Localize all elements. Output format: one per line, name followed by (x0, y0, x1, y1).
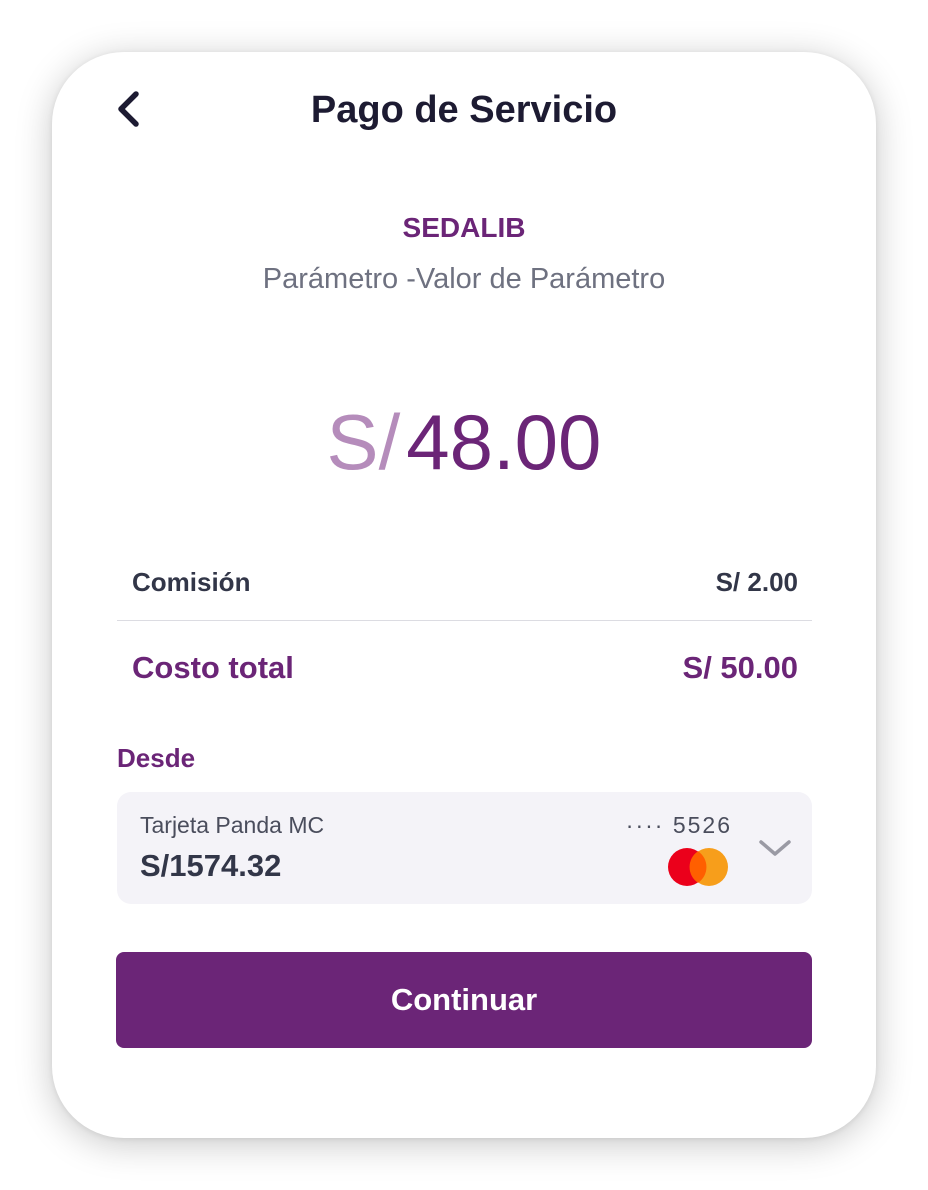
amount-currency: S/ (326, 398, 401, 486)
service-provider: SEDALIB (402, 212, 526, 243)
page-title: Pago de Servicio (310, 89, 618, 131)
summary-divider (117, 620, 812, 621)
card-name: Tarjeta Panda MC (140, 812, 325, 838)
amount-value: 48.00 (406, 398, 602, 486)
card-selector[interactable]: Tarjeta Panda MC S/1574.32 ···· 5526 (117, 792, 812, 904)
mastercard-icon (668, 848, 728, 886)
card-number: ···· 5526 (625, 812, 732, 838)
payment-modal: Pago de Servicio SEDALIB Parámetro -Valo… (52, 52, 876, 1138)
total-value: S/ 50.00 (682, 650, 798, 685)
total-row: Costo total S/ 50.00 (132, 648, 798, 688)
source-label: Desde (117, 743, 196, 773)
payment-amount: S/48.00 (52, 392, 876, 492)
commission-value: S/ 2.00 (715, 566, 798, 597)
chevron-down-icon[interactable] (757, 834, 793, 862)
commission-row: Comisión S/ 2.00 (132, 562, 798, 602)
service-parameter: Parámetro -Valor de Parámetro (262, 263, 666, 295)
continue-button[interactable]: Continuar (116, 952, 812, 1048)
commission-label: Comisión (132, 566, 251, 597)
card-balance: S/1574.32 (140, 848, 282, 883)
total-label: Costo total (132, 650, 294, 685)
